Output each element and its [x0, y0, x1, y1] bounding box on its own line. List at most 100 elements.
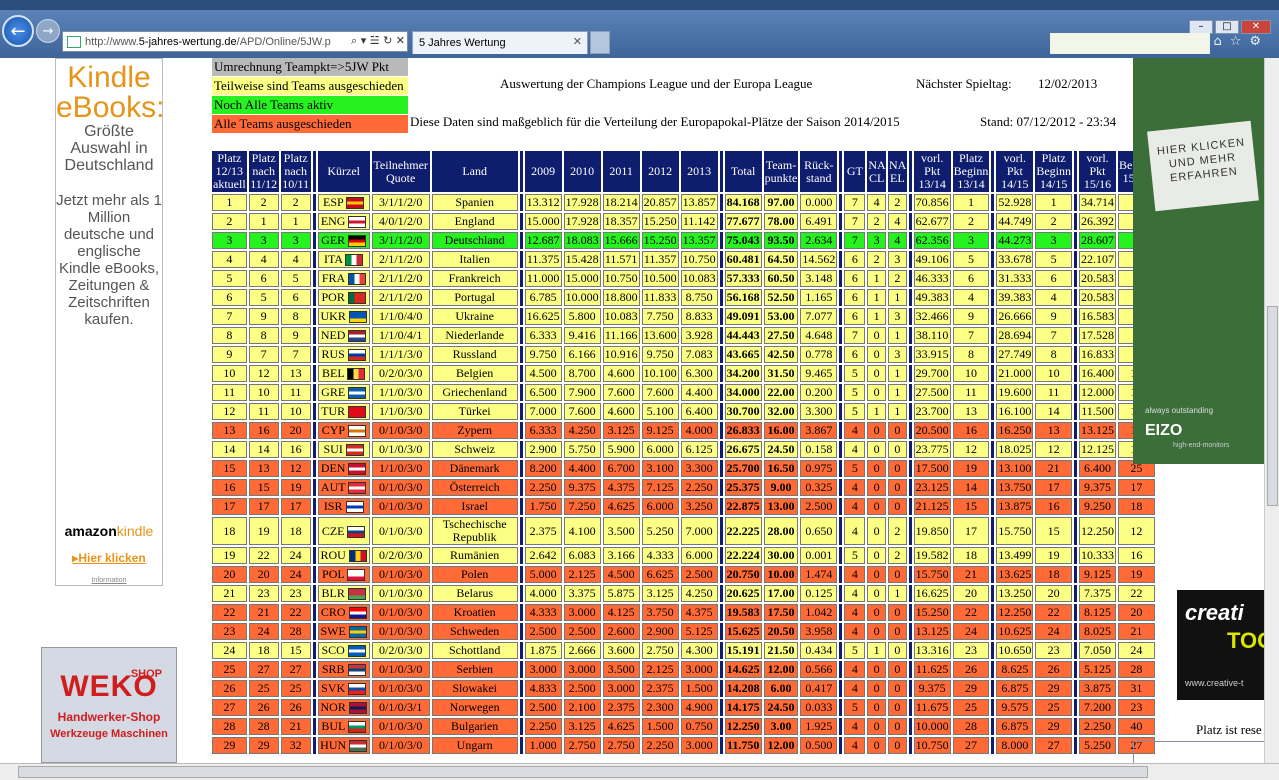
minimize-button[interactable]: – — [1189, 20, 1213, 34]
table-cell: 27.749 — [996, 346, 1034, 363]
vertical-scrollbar[interactable] — [1264, 58, 1279, 763]
table-cell: NED — [317, 327, 370, 344]
column-separator — [1074, 151, 1077, 192]
address-bar-buttons[interactable]: ⌕ ▾ ☱ ↻ ✕ — [351, 34, 405, 48]
window-controls: – □ ✕ — [1189, 20, 1271, 34]
table-cell: 18 — [212, 517, 247, 545]
table-cell: Ungarn — [431, 737, 518, 754]
information-link[interactable]: Information — [56, 577, 162, 584]
table-cell: 32.00 — [763, 403, 799, 420]
vertical-scroll-thumb[interactable] — [1267, 306, 1278, 506]
address-bar[interactable]: http://www. 5-jahres-wertung.de/APD/Onlin… — [62, 31, 408, 52]
column-separator — [1074, 403, 1077, 420]
horizontal-scrollbar[interactable] — [0, 763, 1279, 780]
table-cell: 5.900 — [602, 441, 640, 458]
table-cell: 4 — [844, 604, 866, 621]
table-cell: 2 — [867, 213, 886, 230]
column-separator — [908, 517, 912, 545]
table-cell: 17 — [248, 498, 279, 515]
column-separator — [519, 308, 523, 325]
column-separator — [839, 547, 843, 564]
flag-icon — [348, 406, 367, 419]
table-cell: 75.043 — [724, 232, 762, 249]
table-cell: 28 — [1118, 661, 1155, 678]
column-separator — [519, 498, 523, 515]
column-separator — [839, 585, 843, 602]
hier-klicken-link[interactable]: ▸Hier klicken — [56, 551, 162, 565]
table-cell: 2.375 — [602, 699, 640, 716]
weko-ad[interactable]: SHOP WEKO Handwerker-Shop Werkzeuge Masc… — [41, 647, 177, 763]
column-header: 2009 — [524, 151, 562, 192]
table-cell: 27 — [248, 661, 279, 678]
column-separator — [719, 566, 723, 583]
table-row: 25 27 27 SRB 0/1/0/3/0 Serbien 3.000 3.000 3.50… — [212, 661, 1155, 678]
table-cell: 10.083 — [602, 308, 640, 325]
eizo-ad[interactable]: HIER KLICKEN UND MEHR ERFAHREN always ou… — [1133, 58, 1264, 464]
table-cell: 11 — [212, 384, 247, 401]
forward-button[interactable]: → — [36, 19, 60, 43]
table-cell: 7.125 — [641, 479, 679, 496]
column-separator — [1074, 737, 1077, 754]
column-separator — [839, 718, 843, 735]
new-tab-button[interactable] — [590, 31, 610, 54]
table-cell: 30.700 — [724, 403, 762, 420]
table-cell: ISR — [317, 498, 370, 515]
horizontal-scroll-thumb[interactable] — [18, 766, 1148, 778]
table-cell: 93.50 — [763, 232, 799, 249]
table-cell: 15.750 — [996, 517, 1034, 545]
table-cell: 0.434 — [800, 642, 838, 659]
table-cell: 1/1/1/3/0 — [371, 346, 430, 363]
table-row: 13 16 20 CYP 0/1/0/3/0 Zypern 6.333 4.250 3.125… — [212, 422, 1155, 439]
table-cell: 2.500 — [563, 623, 601, 640]
tab-close-icon[interactable]: ✕ — [573, 35, 582, 48]
back-button[interactable]: ← — [2, 15, 34, 47]
table-cell: 29 — [212, 737, 247, 754]
column-separator — [719, 680, 723, 697]
table-cell: 0.778 — [800, 346, 838, 363]
maximize-button[interactable]: □ — [1215, 20, 1239, 34]
table-cell: 8.000 — [996, 737, 1034, 754]
flag-icon — [348, 235, 367, 248]
column-separator — [719, 194, 723, 211]
table-cell: 6.00 — [763, 680, 799, 697]
column-separator — [519, 699, 523, 716]
table-cell: 52.50 — [763, 289, 799, 306]
table-cell: 18 — [1118, 498, 1155, 515]
column-separator — [312, 308, 316, 325]
table-cell: 9.375 — [563, 479, 601, 496]
table-cell: Polen — [431, 566, 518, 583]
table-cell: 13.357 — [680, 232, 718, 249]
table-cell: 25 — [212, 661, 247, 678]
table-cell: 22.224 — [724, 547, 762, 564]
home-favorites-settings-icons[interactable]: ⌂☆⚙ — [1213, 34, 1269, 49]
table-cell: 6.166 — [563, 346, 601, 363]
table-cell: 0 — [887, 566, 907, 583]
amazon-kindle-logo: amazonkindle — [64, 523, 154, 539]
table-cell: 7 — [280, 346, 311, 363]
table-cell: 10.083 — [680, 270, 718, 287]
column-separator — [1074, 566, 1077, 583]
table-cell: SRB — [317, 661, 370, 678]
table-cell: 2.666 — [563, 642, 601, 659]
table-cell: 4/0/1/2/0 — [371, 213, 430, 230]
table-cell: 0.000 — [800, 194, 838, 211]
table-cell: 21 — [212, 585, 247, 602]
column-header: GT — [844, 151, 866, 192]
close-window-button[interactable]: ✕ — [1241, 20, 1271, 34]
table-cell: 6 — [844, 289, 866, 306]
next-matchday-label: Nächster Spieltag: — [916, 76, 1012, 91]
kindle-ad[interactable]: Kindle eBooks: Größte Auswahl in Deutsch… — [55, 58, 164, 586]
table-cell: 0.325 — [800, 479, 838, 496]
table-cell: 7 — [212, 308, 247, 325]
table-cell: 3.100 — [641, 460, 679, 477]
table-cell: 3.148 — [800, 270, 838, 287]
table-cell: 6.700 — [602, 460, 640, 477]
column-separator — [839, 661, 843, 678]
table-cell: 26 — [212, 680, 247, 697]
table-cell: 10 — [952, 365, 990, 382]
table-cell: HUN — [317, 737, 370, 754]
table-row: 3 3 3 GER 3/1/1/2/0 Deutschland 12.687 18.083 1… — [212, 232, 1155, 249]
tab-5-jahres-wertung[interactable]: 5 Jahres Wertung ✕ — [412, 31, 588, 54]
table-cell: 17.500 — [913, 460, 951, 477]
column-separator — [991, 251, 995, 268]
